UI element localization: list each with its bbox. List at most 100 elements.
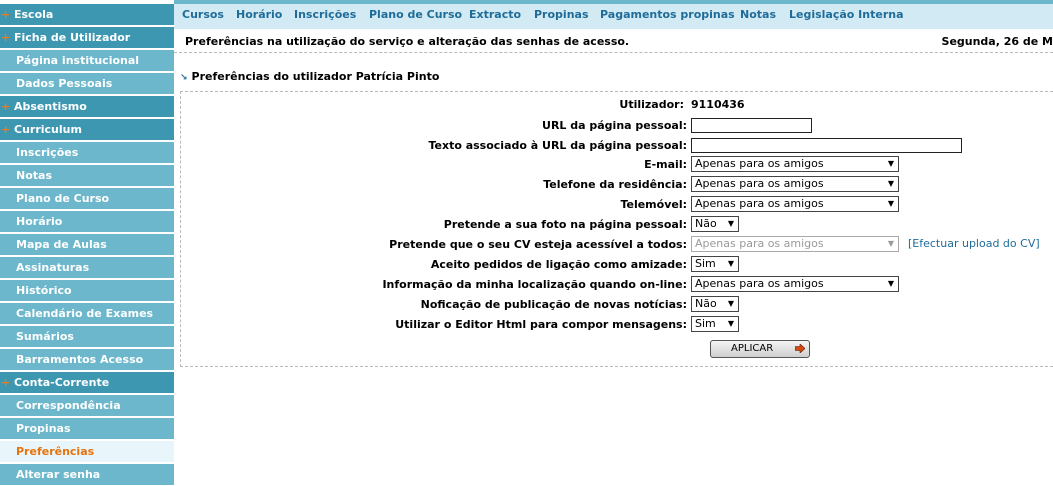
- dropdown-arrow-icon: ▼: [727, 319, 734, 328]
- sidebar-item-label: Notas: [16, 169, 52, 182]
- dropdown-arrow-icon: ▼: [727, 299, 734, 308]
- sidebar-item-mapa-aulas[interactable]: Mapa de Aulas: [0, 234, 174, 256]
- sidebar-item-label: Preferências: [16, 445, 95, 458]
- friend-request-select[interactable]: Sim ▼: [691, 256, 739, 272]
- apply-button-label: APLICAR: [731, 343, 774, 354]
- dropdown-arrow-icon: ▼: [887, 239, 894, 248]
- sidebar-item-label: Ficha de Utilizador: [14, 31, 131, 44]
- sidebar-item-curriculum[interactable]: + Curriculum: [0, 119, 174, 141]
- mobile-label: Telemóvel:: [620, 198, 687, 211]
- sidebar-item-barramentos-acesso[interactable]: Barramentos Acesso: [0, 349, 174, 371]
- sidebar-item-plano-curso[interactable]: Plano de Curso: [0, 188, 174, 210]
- sidebar-item-label: Sumários: [16, 330, 74, 343]
- phone-label: Telefone da residência:: [543, 178, 687, 191]
- phone-select-value: Apenas para os amigos: [695, 177, 824, 190]
- plus-icon: +: [1, 8, 11, 21]
- sidebar-item-escola[interactable]: + Escola: [0, 4, 174, 26]
- sidebar-item-propinas[interactable]: Propinas: [0, 418, 174, 440]
- cv-select-value: Apenas para os amigos: [695, 237, 824, 250]
- cv-upload-link[interactable]: [Efectuar upload do CV]: [908, 237, 1040, 250]
- plus-icon: +: [1, 31, 11, 44]
- sidebar-item-alterar-senha[interactable]: Alterar senha: [0, 464, 174, 486]
- sidebar-item-dados-pessoais[interactable]: Dados Pessoais: [0, 73, 174, 95]
- phone-select[interactable]: Apenas para os amigos ▼: [691, 176, 899, 192]
- sidebar-item-label: Curriculum: [14, 123, 82, 136]
- sidebar-item-label: Conta-Corrente: [14, 376, 110, 389]
- nav-link-propinas[interactable]: Propinas: [534, 8, 589, 21]
- sidebar-item-assinaturas[interactable]: Assinaturas: [0, 257, 174, 279]
- dropdown-arrow-icon: ▼: [727, 219, 734, 228]
- location-label: Informação da minha localização quando o…: [382, 278, 687, 291]
- sidebar: + Escola + Ficha de Utilizador Página inst…: [0, 0, 174, 486]
- sidebar-item-label: Barramentos Acesso: [16, 353, 144, 366]
- sidebar-item-horario[interactable]: Horário: [0, 211, 174, 233]
- sidebar-item-calendario-exames[interactable]: Calendário de Exames: [0, 303, 174, 325]
- mobile-select-value: Apenas para os amigos: [695, 197, 824, 210]
- cv-select[interactable]: Apenas para os amigos ▼: [691, 236, 899, 252]
- sidebar-item-label: Propinas: [16, 422, 71, 435]
- dropdown-arrow-icon: ▼: [887, 279, 894, 288]
- news-notification-label: Noficação de publicação de novas notícia…: [420, 298, 687, 311]
- sidebar-item-pagina-institucional[interactable]: Página institucional: [0, 50, 174, 72]
- top-navigation: Cursos Horário Inscrições Plano de Curso…: [174, 0, 1053, 29]
- sidebar-item-label: Correspondência: [16, 399, 121, 412]
- page-description: Preferências na utilização do serviço e …: [185, 35, 630, 48]
- plus-icon: +: [1, 376, 11, 389]
- friend-request-select-value: Sim: [695, 257, 716, 270]
- nav-link-notas[interactable]: Notas: [740, 8, 776, 21]
- sidebar-item-label: Calendário de Exames: [16, 307, 154, 320]
- nav-link-pagamentos-propinas[interactable]: Pagamentos propinas: [600, 8, 735, 21]
- url-text-input[interactable]: [691, 138, 962, 153]
- user-label: Utilizador:: [619, 98, 684, 111]
- sidebar-item-label: Alterar senha: [16, 468, 101, 481]
- sidebar-item-label: Horário: [16, 215, 63, 228]
- html-editor-select-value: Sim: [695, 317, 716, 330]
- sidebar-item-label: Absentismo: [14, 100, 87, 113]
- friend-request-label: Aceito pedidos de ligação como amizade:: [430, 258, 687, 271]
- arrow-right-icon: [795, 344, 805, 353]
- nav-link-cursos[interactable]: Cursos: [182, 8, 224, 21]
- sidebar-item-label: Escola: [14, 8, 54, 21]
- info-bar: Preferências na utilização do serviço e …: [174, 29, 1053, 53]
- nav-link-extracto[interactable]: Extracto: [469, 8, 521, 21]
- html-editor-select[interactable]: Sim ▼: [691, 316, 739, 332]
- sidebar-item-preferencias[interactable]: Preferências: [0, 441, 174, 463]
- news-notification-select-value: Não: [695, 297, 717, 310]
- url-text-label: Texto associado à URL da página pessoal:: [428, 139, 687, 152]
- sidebar-item-correspondencia[interactable]: Correspondência: [0, 395, 174, 417]
- sidebar-item-inscricoes[interactable]: Inscrições: [0, 142, 174, 164]
- dropdown-arrow-icon: ▼: [887, 159, 894, 168]
- section-title: ↘ Preferências do utilizador Patrícia Pin…: [180, 70, 439, 83]
- news-notification-select[interactable]: Não ▼: [691, 296, 739, 312]
- sidebar-item-notas[interactable]: Notas: [0, 165, 174, 187]
- location-select[interactable]: Apenas para os amigos ▼: [691, 276, 899, 292]
- nav-link-horario[interactable]: Horário: [236, 8, 282, 21]
- nav-link-inscricoes[interactable]: Inscrições: [294, 8, 356, 21]
- dropdown-arrow-icon: ▼: [887, 199, 894, 208]
- dropdown-arrow-icon: ▼: [727, 259, 734, 268]
- nav-link-plano-curso[interactable]: Plano de Curso: [369, 8, 462, 21]
- sidebar-item-label: Inscrições: [16, 146, 79, 159]
- sidebar-item-historico[interactable]: Histórico: [0, 280, 174, 302]
- apply-button[interactable]: APLICAR: [710, 340, 810, 358]
- sidebar-item-absentismo[interactable]: + Absentismo: [0, 96, 174, 118]
- section-title-text: Preferências do utilizador Patrícia Pint…: [191, 70, 440, 83]
- cv-label: Pretende que o seu CV esteja acessível a…: [389, 238, 687, 251]
- email-select-value: Apenas para os amigos: [695, 157, 824, 170]
- sidebar-item-ficha-utilizador[interactable]: + Ficha de Utilizador: [0, 27, 174, 49]
- url-input[interactable]: [691, 118, 812, 133]
- sidebar-item-label: Mapa de Aulas: [16, 238, 107, 251]
- location-select-value: Apenas para os amigos: [695, 277, 824, 290]
- sidebar-item-label: Dados Pessoais: [16, 77, 113, 90]
- photo-select[interactable]: Não ▼: [691, 216, 739, 232]
- sidebar-item-conta-corrente[interactable]: + Conta-Corrente: [0, 372, 174, 394]
- arrow-down-right-icon: ↘: [180, 73, 188, 83]
- dropdown-arrow-icon: ▼: [887, 179, 894, 188]
- mobile-select[interactable]: Apenas para os amigos ▼: [691, 196, 899, 212]
- email-select[interactable]: Apenas para os amigos ▼: [691, 156, 899, 172]
- sidebar-item-sumarios[interactable]: Sumários: [0, 326, 174, 348]
- plus-icon: +: [1, 123, 11, 136]
- nav-link-legislacao-interna[interactable]: Legislação Interna: [789, 8, 904, 21]
- sidebar-item-label: Histórico: [16, 284, 72, 297]
- user-value: 9110436: [691, 98, 745, 111]
